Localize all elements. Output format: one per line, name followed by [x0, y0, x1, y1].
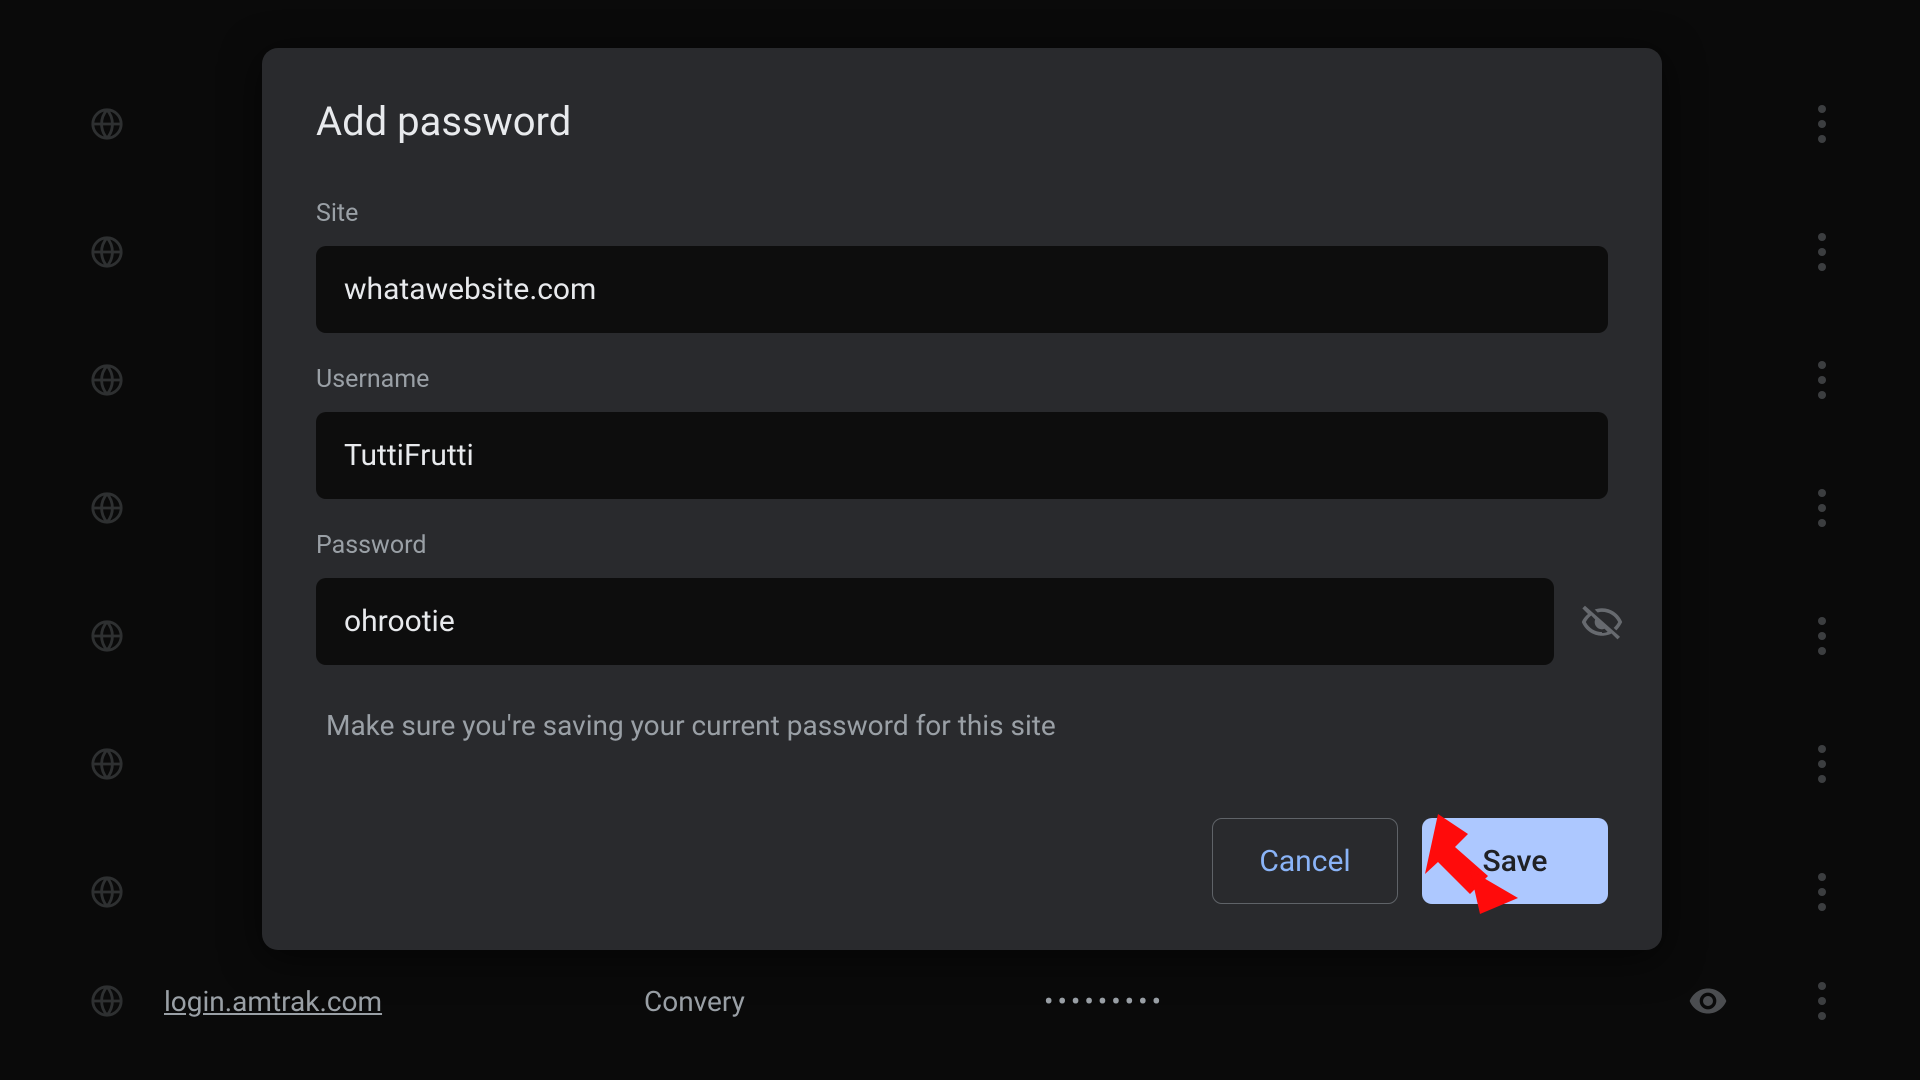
more-actions-button[interactable]: [1818, 745, 1830, 783]
show-password-icon[interactable]: [1688, 981, 1728, 1021]
username-input[interactable]: [316, 412, 1608, 499]
more-actions-button[interactable]: [1818, 617, 1830, 655]
row-password-masked: •••••••••: [1044, 985, 1688, 1018]
add-password-dialog: Add password Site Username Password Make…: [262, 48, 1662, 950]
eye-icon: [1688, 616, 1728, 656]
more-actions-button[interactable]: [1818, 105, 1830, 143]
globe-icon: [90, 491, 124, 525]
password-row-visible[interactable]: login.amtrak.com Convery •••••••••: [60, 956, 1860, 1046]
more-actions-button[interactable]: [1818, 873, 1830, 911]
username-label: Username: [316, 365, 1608, 394]
password-label: Password: [316, 531, 1608, 560]
cancel-button[interactable]: Cancel: [1212, 818, 1398, 904]
globe-icon: [90, 747, 124, 781]
eye-icon: [1688, 104, 1728, 144]
more-actions-button[interactable]: [1818, 361, 1830, 399]
more-actions-button[interactable]: [1818, 982, 1830, 1020]
globe-icon: [90, 235, 124, 269]
site-label: Site: [316, 199, 1608, 228]
globe-icon: [90, 984, 124, 1018]
eye-icon: [1688, 232, 1728, 272]
globe-icon: [90, 363, 124, 397]
dialog-title: Add password: [316, 98, 1608, 145]
more-actions-button[interactable]: [1818, 489, 1830, 527]
helper-text: Make sure you're saving your current pas…: [326, 709, 1608, 742]
row-site-link[interactable]: login.amtrak.com: [164, 985, 644, 1018]
password-input[interactable]: [316, 578, 1554, 665]
more-actions-button[interactable]: [1818, 233, 1830, 271]
eye-icon: [1688, 872, 1728, 912]
globe-icon: [90, 875, 124, 909]
row-username: Convery: [644, 985, 1044, 1018]
save-button[interactable]: Save: [1422, 818, 1608, 904]
site-input[interactable]: [316, 246, 1608, 333]
eye-icon: [1688, 360, 1728, 400]
hide-password-icon[interactable]: [1580, 600, 1624, 644]
globe-icon: [90, 107, 124, 141]
eye-icon: [1688, 488, 1728, 528]
eye-icon: [1688, 744, 1728, 784]
globe-icon: [90, 619, 124, 653]
